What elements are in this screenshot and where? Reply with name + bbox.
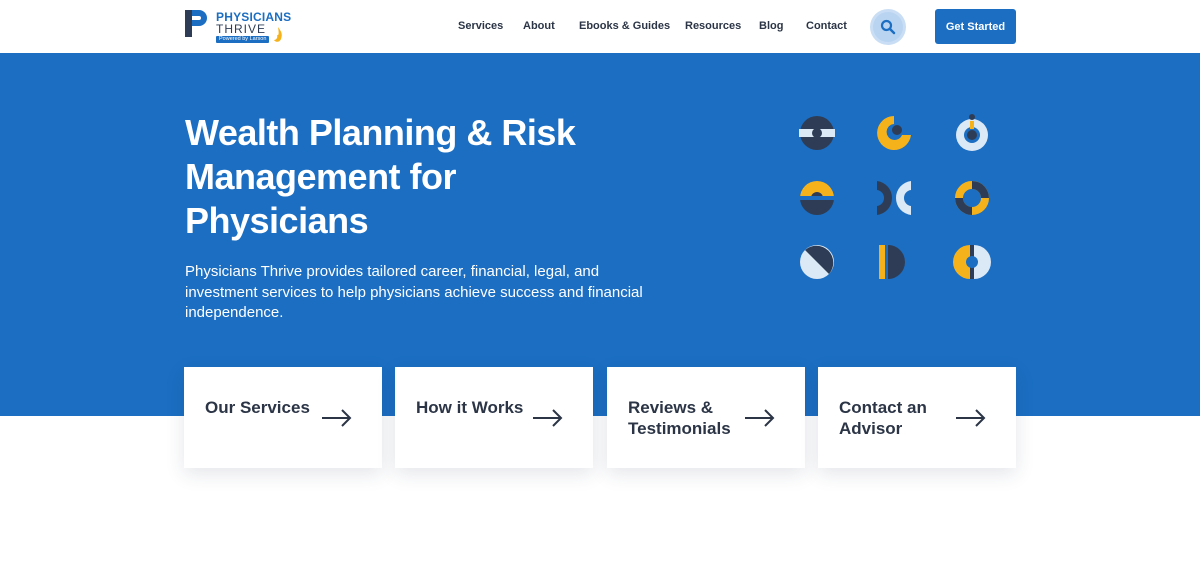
brand-name-line2: THRIVE [216,22,267,36]
split-circle-icon [800,181,834,215]
x-brackets-icon [877,181,911,215]
nav-item-services[interactable]: Services [458,19,503,33]
nav-item-contact[interactable]: Contact [806,19,847,33]
yellow-ring-icon [955,181,989,215]
card-our-services[interactable]: Our Services [184,367,382,468]
hero-description: Physicians Thrive provides tailored care… [185,263,643,321]
search-icon [880,19,896,35]
brand-tagline: Powered by Larson [216,36,270,43]
search-button[interactable] [870,9,906,45]
quick-links: Our Services How it Works Reviews & Test… [184,367,1016,468]
nav-item-resources[interactable]: Resources [685,19,741,33]
p-monogram-icon [185,10,207,37]
flame-icon [274,27,282,42]
brand-logo[interactable]: PHYSICIANS THRIVE Powered by Larson [185,9,295,45]
bar-half-circle-icon [879,245,905,279]
circle-band-icon [799,116,835,150]
arrow-right-icon [533,409,563,427]
nav-item-ebooks-guides[interactable]: Ebooks & Guides [579,19,670,33]
hero-section: Wealth Planning & Risk Management for Ph… [0,53,1200,416]
arrow-right-icon [745,409,775,427]
card-label: Our Services [205,398,310,417]
arrow-right-icon [956,409,986,427]
card-label: Reviews & Testimonials [628,398,731,438]
get-started-button[interactable]: Get Started [935,9,1016,44]
card-reviews-testimonials[interactable]: Reviews & Testimonials [607,367,805,468]
hero-title: Wealth Planning & Risk Management for Ph… [185,112,576,241]
card-contact-advisor[interactable]: Contact an Advisor [818,367,1016,468]
card-label: How it Works [416,398,524,417]
arrow-right-icon [322,409,352,427]
decorative-icon-grid [797,113,992,283]
diagonal-circle-icon [800,245,834,279]
nav-item-about[interactable]: About [523,19,555,33]
site-header: PHYSICIANS THRIVE Powered by Larson Serv… [0,0,1200,53]
card-label: Contact an Advisor [839,398,927,438]
crescent-dot-icon [877,116,911,150]
split-rings-icon [953,245,991,279]
nav-item-blog[interactable]: Blog [759,19,783,33]
drop-ring-icon [956,114,988,151]
card-how-it-works[interactable]: How it Works [395,367,593,468]
